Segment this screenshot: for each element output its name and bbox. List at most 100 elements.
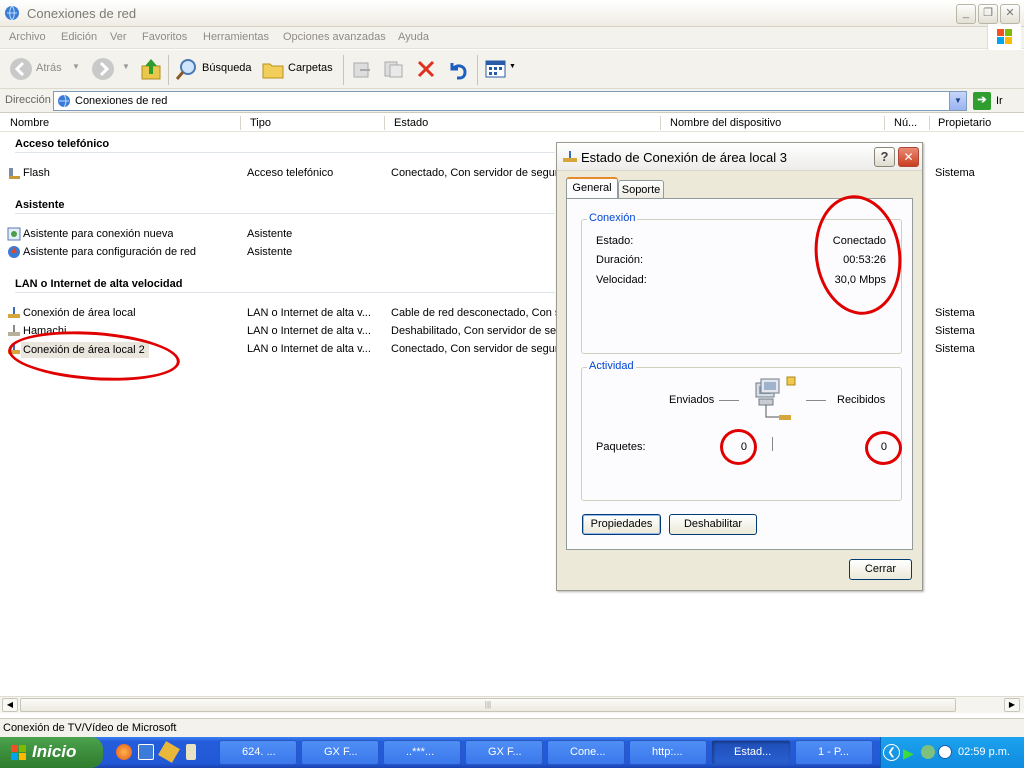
received-line [806, 400, 826, 401]
menu-favoritos[interactable]: Favoritos [142, 31, 187, 43]
desktop-icon[interactable] [138, 744, 154, 760]
delete-icon[interactable] [415, 58, 437, 80]
back-arrow-icon[interactable] [9, 57, 33, 81]
menu-opciones-avanzadas[interactable]: Opciones avanzadas [283, 31, 386, 43]
tab-soporte[interactable]: Soporte [618, 180, 664, 199]
scroll-thumb[interactable]: ||| [20, 698, 956, 712]
views-icon[interactable] [485, 59, 507, 79]
packets-label: Paquetes: [596, 441, 646, 453]
move-to-icon[interactable] [351, 58, 373, 80]
list-item-name[interactable]: Asistente para conexión nueva [23, 228, 173, 242]
taskbar-button[interactable]: GX F... [301, 740, 379, 765]
speed-label: Velocidad: [596, 274, 647, 286]
red-annotation-circle [720, 429, 757, 465]
address-dropdown-icon[interactable]: ▼ [949, 92, 966, 110]
go-button-label[interactable]: Ir [996, 95, 1003, 107]
tab-general[interactable]: General [566, 177, 618, 199]
back-dropdown-icon[interactable]: ▼ [72, 62, 80, 71]
forward-dropdown-icon[interactable]: ▼ [122, 62, 130, 71]
taskbar-button[interactable]: 624. ... [219, 740, 297, 765]
menu-ver[interactable]: Ver [110, 31, 127, 43]
properties-button[interactable]: Propiedades [582, 514, 661, 535]
play-icon[interactable]: ▶ [903, 745, 914, 762]
lan-connection-icon [7, 306, 21, 323]
toolbar-separator [477, 55, 478, 85]
red-annotation-circle [6, 326, 182, 386]
copy-to-icon[interactable] [383, 58, 405, 80]
list-header: Nombre Tipo Estado Nombre del dispositiv… [0, 114, 1024, 132]
column-numero[interactable]: Nú... [894, 117, 917, 129]
group-header: LAN o Internet de alta velocidad [15, 278, 183, 290]
status-bar: Conexión de TV/Vídeo de Microsoft [0, 718, 1024, 737]
address-label: Dirección [5, 94, 51, 106]
column-nombre-dispositivo[interactable]: Nombre del dispositivo [670, 117, 781, 129]
connection-legend: Conexión [587, 212, 638, 224]
connection-status-dialog: Estado de Conexión de área local 3 ? ✕ G… [556, 142, 923, 591]
list-item-type: Acceso telefónico [247, 167, 334, 179]
list-item-name[interactable]: Conexión de área local [23, 307, 136, 321]
scroll-right-arrow-icon[interactable]: ▶ [1004, 698, 1020, 712]
forward-arrow-icon[interactable] [91, 57, 115, 81]
taskbar-button[interactable]: Cone... [547, 740, 625, 765]
info-tray-icon[interactable] [938, 745, 952, 759]
network-tray-icon[interactable] [921, 745, 935, 759]
menu-archivo[interactable]: Archivo [9, 31, 46, 43]
list-item-name[interactable]: Flash [23, 167, 50, 181]
horizontal-scrollbar[interactable]: ◀ ||| ▶ [0, 696, 1024, 713]
disable-button[interactable]: Deshabilitar [669, 514, 757, 535]
help-icon[interactable]: ? [874, 147, 895, 167]
window-title: Conexiones de red [27, 6, 137, 21]
network-connections-icon [57, 94, 71, 108]
close-button[interactable]: Cerrar [849, 559, 912, 580]
menu-herramientas[interactable]: Herramientas [203, 31, 269, 43]
quicklaunch-app-icon[interactable] [186, 744, 196, 760]
start-button[interactable]: Inicio [0, 737, 103, 768]
list-item-status: Deshabilitado, Con servidor de seg [391, 325, 556, 337]
list-item-name[interactable]: Asistente para configuración de red [23, 246, 196, 260]
up-folder-icon[interactable] [139, 56, 163, 82]
dialog-titlebar: Estado de Conexión de área local 3 ? ✕ [557, 143, 922, 171]
search-icon[interactable] [175, 57, 199, 81]
toolbar-separator [168, 55, 169, 85]
menu-edicion[interactable]: Edición [61, 31, 97, 43]
tray-expand-icon[interactable]: ❮ [883, 744, 900, 761]
column-estado[interactable]: Estado [394, 117, 428, 129]
list-item-owner: Sistema [935, 307, 975, 319]
go-arrow-icon[interactable]: ➔ [973, 92, 991, 110]
menu-ayuda[interactable]: Ayuda [398, 31, 429, 43]
address-bar: Dirección Conexiones de red ▼ ➔ Ir [0, 89, 1024, 113]
taskbar-button[interactable]: 1 - P... [795, 740, 873, 765]
search-button-label[interactable]: Búsqueda [202, 62, 252, 74]
firefox-icon[interactable] [116, 744, 132, 760]
system-tray: ❮ ▶ 02:59 p.m. [880, 737, 1024, 768]
dialog-title: Estado de Conexión de área local 3 [581, 150, 787, 165]
close-window-button[interactable]: ✕ [1000, 4, 1020, 24]
column-nombre[interactable]: Nombre [10, 117, 49, 129]
folders-icon[interactable] [261, 58, 285, 80]
address-input[interactable]: Conexiones de red ▼ [53, 91, 967, 111]
views-dropdown-icon[interactable]: ▼ [509, 63, 516, 70]
taskbar-button[interactable]: ..***... [383, 740, 461, 765]
column-separator [240, 116, 241, 130]
address-value: Conexiones de red [75, 95, 168, 107]
red-annotation-circle [865, 431, 902, 465]
scroll-left-arrow-icon[interactable]: ◀ [2, 698, 18, 712]
network-computers-icon [751, 375, 801, 425]
column-propietario[interactable]: Propietario [938, 117, 991, 129]
column-tipo[interactable]: Tipo [250, 117, 271, 129]
dialup-connection-icon [7, 166, 21, 183]
group-header: Acceso telefónico [15, 138, 110, 150]
toolbar: Atrás ▼ ▼ Búsqueda Carpetas ▼ [0, 50, 1024, 89]
taskbar-button[interactable]: http:... [629, 740, 707, 765]
folders-button-label[interactable]: Carpetas [288, 62, 333, 74]
taskbar-button-active[interactable]: Estad... [711, 740, 791, 765]
undo-icon[interactable] [446, 58, 470, 80]
column-separator [929, 116, 930, 130]
taskbar-button[interactable]: GX F... [465, 740, 543, 765]
maximize-button[interactable]: ❐ [978, 4, 998, 24]
close-dialog-icon[interactable]: ✕ [898, 147, 919, 167]
lan-connection-icon [562, 150, 578, 167]
packets-divider [772, 437, 773, 451]
minimize-button[interactable]: _ [956, 4, 976, 24]
back-button-label[interactable]: Atrás [36, 62, 62, 74]
